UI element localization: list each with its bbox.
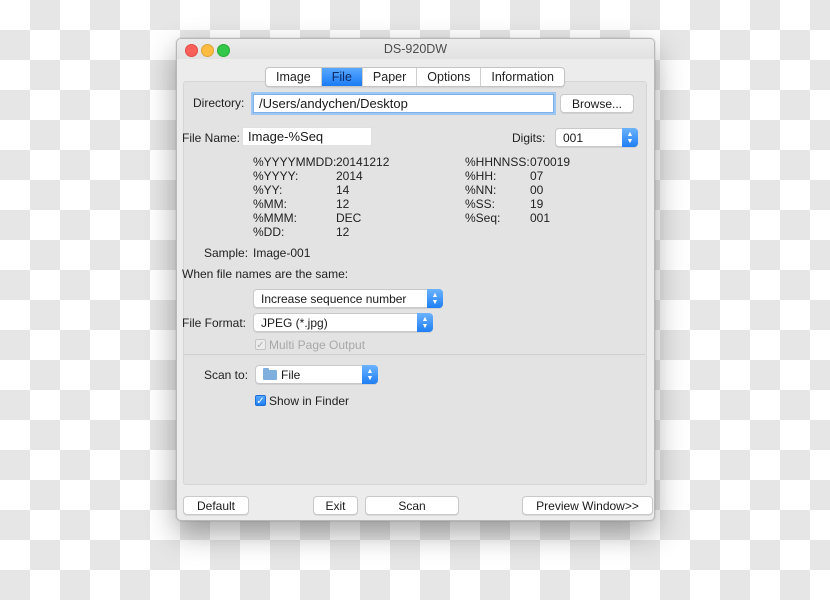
variable-key: %MMM: xyxy=(253,211,297,225)
variable-row: %YYYYMMDD: 20141212 xyxy=(253,155,389,169)
stepper-arrows-icon: ▲ ▼ xyxy=(622,128,638,147)
variable-row: %HH: 07 xyxy=(465,169,570,183)
same-names-select[interactable]: Increase sequence number ▲ ▼ xyxy=(253,289,443,308)
variable-key: %Seq: xyxy=(465,211,501,225)
file-name-input[interactable]: Image-%Seq xyxy=(242,127,372,146)
variable-row: %YY: 14 xyxy=(253,183,389,197)
stepper-arrows-icon: ▲ ▼ xyxy=(427,289,443,308)
scan-button[interactable]: Scan xyxy=(365,496,459,515)
variable-value: 001 xyxy=(530,211,551,225)
multi-page-checkbox[interactable]: ✓ xyxy=(255,339,266,351)
same-names-label: When file names are the same: xyxy=(182,267,349,281)
variable-key: %YY: xyxy=(253,183,283,197)
variable-row: %HHNNSS: 070019 xyxy=(465,155,570,169)
file-name-label: File Name: xyxy=(182,131,241,145)
variable-value: 070019 xyxy=(530,155,571,169)
variable-row: %MMM: DEC xyxy=(253,211,389,225)
tab-paper[interactable]: Paper xyxy=(363,68,418,86)
date-variables: %YYYYMMDD: 20141212 %YYYY: 2014 %YY: 14 %MM… xyxy=(253,155,389,239)
tab-image[interactable]: Image xyxy=(266,68,322,86)
folder-icon xyxy=(263,368,277,380)
variable-value: 12 xyxy=(336,225,350,239)
default-button[interactable]: Default xyxy=(183,496,249,515)
sample-value: Image-001 xyxy=(253,246,311,260)
scanner-window: DS-920DW Image File Paper Options Inform… xyxy=(176,38,655,521)
file-format-value: JPEG (*.jpg) xyxy=(261,316,328,330)
variable-row: %DD: 12 xyxy=(253,225,389,239)
variable-key: %DD: xyxy=(253,225,285,239)
browse-button[interactable]: Browse... xyxy=(560,94,634,113)
variable-value: 20141212 xyxy=(336,155,390,169)
exit-button[interactable]: Exit xyxy=(313,496,358,515)
file-format-label: File Format: xyxy=(182,316,247,330)
variable-value: 12 xyxy=(336,197,350,211)
variable-row: %SS: 19 xyxy=(465,197,570,211)
scan-to-label: Scan to: xyxy=(204,368,249,382)
variable-value: 07 xyxy=(530,169,544,183)
multi-page-label: Multi Page Output xyxy=(269,338,366,352)
variable-row: %MM: 12 xyxy=(253,197,389,211)
file-format-select[interactable]: JPEG (*.jpg) ▲ ▼ xyxy=(253,313,433,332)
title-bar[interactable]: DS-920DW xyxy=(177,39,654,59)
stepper-arrows-icon: ▲ ▼ xyxy=(417,313,433,332)
directory-input[interactable]: /Users/andychen/Desktop xyxy=(253,94,554,113)
scan-to-select[interactable]: File ▲ ▼ xyxy=(255,365,378,384)
variable-key: %YYYY: xyxy=(253,169,299,183)
digits-select[interactable]: 001 ▲ ▼ xyxy=(555,128,638,147)
digits-value: 001 xyxy=(563,131,584,145)
variable-value: 2014 xyxy=(336,169,363,183)
variable-key: %MM: xyxy=(253,197,287,211)
variable-value: 19 xyxy=(530,197,544,211)
tab-file[interactable]: File xyxy=(321,68,363,86)
tab-options[interactable]: Options xyxy=(417,68,482,86)
variable-key: %YYYYMMDD: xyxy=(253,155,337,169)
variable-value: 00 xyxy=(530,183,544,197)
divider xyxy=(183,354,645,355)
scan-to-value: File xyxy=(281,368,301,382)
preview-window-button[interactable]: Preview Window>> xyxy=(522,496,653,515)
window-title: DS-920DW xyxy=(383,42,448,56)
variable-value: 14 xyxy=(336,183,350,197)
show-in-finder-label: Show in Finder xyxy=(269,394,350,408)
show-in-finder-checkbox[interactable]: ✓ xyxy=(255,395,266,407)
same-names-value: Increase sequence number xyxy=(261,292,407,306)
variable-key: %NN: xyxy=(465,183,497,197)
tab-information[interactable]: Information xyxy=(481,68,564,86)
variable-row: %Seq: 001 xyxy=(465,211,570,225)
variable-value: DEC xyxy=(336,211,362,225)
sample-label: Sample: xyxy=(204,246,249,260)
tab-bar: Image File Paper Options Information xyxy=(265,67,565,87)
time-variables: %HHNNSS: 070019 %HH: 07 %NN: 00 %SS: 19 %Seq… xyxy=(465,155,570,225)
variable-row: %YYYY: 2014 xyxy=(253,169,389,183)
variable-key: %HH: xyxy=(465,169,497,183)
directory-label: Directory: xyxy=(193,96,245,110)
variable-key: %HHNNSS: xyxy=(465,155,530,169)
variable-row: %NN: 00 xyxy=(465,183,570,197)
stepper-arrows-icon: ▲ ▼ xyxy=(362,365,378,384)
digits-label: Digits: xyxy=(512,131,546,145)
variable-key: %SS: xyxy=(465,197,496,211)
